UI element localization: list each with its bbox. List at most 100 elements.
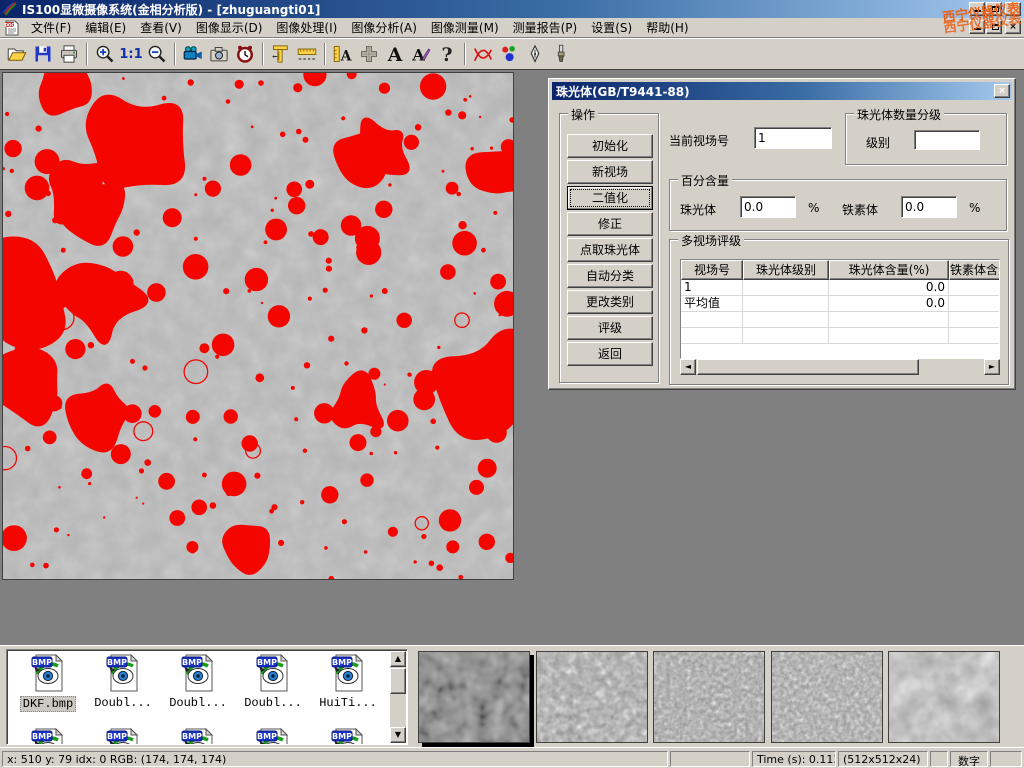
document-icon[interactable]: DOC xyxy=(4,20,20,36)
thumbnail-4[interactable] xyxy=(771,651,883,743)
child-close-button[interactable]: × xyxy=(1005,20,1021,34)
caliper-icon[interactable] xyxy=(268,41,294,67)
merge-grid-icon[interactable] xyxy=(356,41,382,67)
app-icon[interactable] xyxy=(2,1,18,17)
change-class-button[interactable]: 更改类别 xyxy=(567,290,653,314)
file-name[interactable]: Doubl... xyxy=(92,696,154,710)
menu-edit[interactable]: 编辑(E) xyxy=(78,17,133,38)
vscroll-thumb[interactable] xyxy=(390,668,406,694)
table-hscrollbar[interactable]: ◄ ► xyxy=(680,359,1000,375)
init-button[interactable]: 初始化 xyxy=(567,134,653,158)
status-empty xyxy=(990,751,1022,767)
file-item[interactable] xyxy=(311,728,385,745)
file-name[interactable]: DKF.bmp xyxy=(20,696,76,712)
status-empty xyxy=(670,751,750,767)
scroll-right-icon[interactable]: ► xyxy=(984,359,1000,375)
text-icon[interactable]: A xyxy=(382,41,408,67)
ferrite-percent-input[interactable] xyxy=(901,196,957,218)
multifield-table[interactable]: 视场号 珠光体级别 珠光体含量(%) 铁素体含量(%) 1 0.0 平均值 0.… xyxy=(680,259,1000,359)
dialog-close-icon[interactable]: × xyxy=(994,84,1010,98)
file-browser[interactable]: DKF.bmp Doubl... Doubl... Doubl... HuiTi… xyxy=(6,649,408,745)
thumbnail-1[interactable] xyxy=(418,651,530,743)
status-mode: 数字 xyxy=(950,751,988,767)
restore-button[interactable] xyxy=(986,2,1002,16)
minimize-button[interactable] xyxy=(969,2,985,16)
file-name[interactable]: Doubl... xyxy=(167,696,229,710)
child-minimize-button[interactable] xyxy=(969,20,985,34)
menu-view[interactable]: 查看(V) xyxy=(133,17,189,38)
menu-image-display[interactable]: 图像显示(D) xyxy=(189,17,270,38)
file-item[interactable] xyxy=(161,728,235,745)
col-header-level[interactable]: 珠光体级别 xyxy=(743,260,829,280)
thumbnail-2[interactable] xyxy=(536,651,648,743)
pen-icon[interactable] xyxy=(522,41,548,67)
file-item[interactable] xyxy=(11,728,85,745)
menu-image-analysis[interactable]: 图像分析(A) xyxy=(344,17,424,38)
file-item[interactable] xyxy=(236,728,310,745)
file-item[interactable]: HuiTi... xyxy=(311,654,385,710)
brush-icon[interactable] xyxy=(548,41,574,67)
cell-pearlite-pct: 0.0 xyxy=(829,280,949,296)
thumbnail-3[interactable] xyxy=(653,651,765,743)
operations-group-label: 操作 xyxy=(568,106,598,123)
menu-help[interactable]: 帮助(H) xyxy=(639,17,695,38)
file-item[interactable]: Doubl... xyxy=(86,654,160,710)
specimen-image[interactable] xyxy=(2,72,514,580)
file-item[interactable] xyxy=(86,728,160,745)
save-icon[interactable] xyxy=(30,41,56,67)
file-name[interactable]: HuiTi... xyxy=(317,696,379,710)
dialog-title-bar[interactable]: 珠光体(GB/T9441-88) × xyxy=(552,82,1012,100)
file-item[interactable]: Doubl... xyxy=(236,654,310,710)
video-camera-icon[interactable] xyxy=(180,41,206,67)
zoom-in-icon[interactable] xyxy=(92,41,118,67)
open-icon[interactable] xyxy=(4,41,30,67)
status-coords: x: 510 y: 79 idx: 0 RGB: (174, 174, 174) xyxy=(2,751,668,767)
scroll-down-icon[interactable]: ▼ xyxy=(390,727,406,743)
zoom-1to1-icon[interactable]: 1:1 xyxy=(118,41,144,67)
scroll-left-icon[interactable]: ◄ xyxy=(680,359,696,375)
pick-pearlite-button[interactable]: 点取珠光体 xyxy=(567,238,653,262)
menu-image-process[interactable]: 图像处理(I) xyxy=(269,17,344,38)
child-restore-button[interactable] xyxy=(986,20,1002,34)
pearlite-percent-input[interactable] xyxy=(740,196,796,218)
classify-balls-icon[interactable] xyxy=(496,41,522,67)
level-input[interactable] xyxy=(914,130,980,150)
menu-report[interactable]: 测量报告(P) xyxy=(506,17,585,38)
auto-classify-button[interactable]: 自动分类 xyxy=(567,264,653,288)
bmp-file-icon xyxy=(181,728,215,745)
file-vscrollbar[interactable]: ▲ ▼ xyxy=(390,651,406,743)
new-field-button[interactable]: 新视场 xyxy=(567,160,653,184)
menu-image-measure[interactable]: 图像测量(M) xyxy=(424,17,506,38)
operations-group: 操作 初始化 新视场 二值化 修正 点取珠光体 自动分类 更改类别 评级 返回 xyxy=(559,113,659,383)
file-item[interactable]: Doubl... xyxy=(161,654,235,710)
return-button[interactable]: 返回 xyxy=(567,342,653,366)
hscroll-thumb[interactable] xyxy=(697,359,919,375)
close-button[interactable]: × xyxy=(1005,2,1021,16)
menu-settings[interactable]: 设置(S) xyxy=(584,17,639,38)
binarize-button[interactable]: 二值化 xyxy=(567,186,653,210)
cell-field-no: 平均值 xyxy=(681,296,743,312)
ruler-icon[interactable] xyxy=(294,41,320,67)
current-field-input[interactable] xyxy=(754,127,832,149)
status-empty xyxy=(930,751,948,767)
clock-icon[interactable] xyxy=(232,41,258,67)
col-header-ferrite[interactable]: 铁素体含量(%) xyxy=(949,260,1000,280)
menu-file[interactable]: 文件(F) xyxy=(24,17,78,38)
col-header-pearlite[interactable]: 珠光体含量(%) xyxy=(829,260,949,280)
zoom-out-icon[interactable] xyxy=(144,41,170,67)
percent-group: 百分含量 珠光体 % 铁素体 % xyxy=(669,179,1007,231)
bottom-panel: DKF.bmp Doubl... Doubl... Doubl... HuiTi… xyxy=(0,645,1024,747)
scroll-up-icon[interactable]: ▲ xyxy=(390,651,406,667)
camera-icon[interactable] xyxy=(206,41,232,67)
print-icon[interactable] xyxy=(56,41,82,67)
curve-tool-icon[interactable] xyxy=(470,41,496,67)
measure-label-icon[interactable]: A xyxy=(330,41,356,67)
correct-button[interactable]: 修正 xyxy=(567,212,653,236)
annotate-icon[interactable]: A xyxy=(408,41,434,67)
file-name[interactable]: Doubl... xyxy=(242,696,304,710)
thumbnail-5[interactable] xyxy=(888,651,1000,743)
file-item[interactable]: DKF.bmp xyxy=(11,654,85,712)
col-header-field[interactable]: 视场号 xyxy=(681,260,743,280)
rate-button[interactable]: 评级 xyxy=(567,316,653,340)
help-icon[interactable]: ? xyxy=(434,41,460,67)
